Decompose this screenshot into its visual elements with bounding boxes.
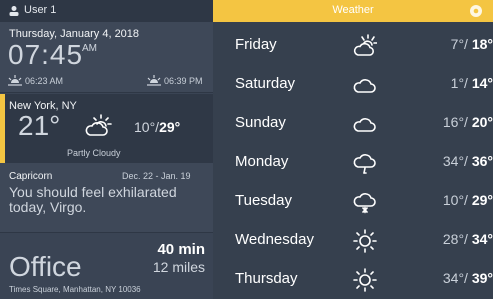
day-high: 34° — [471, 231, 493, 247]
forecast-row[interactable]: Wednesday 28°/ 34° — [213, 221, 493, 260]
day-temps: 7°/ 18° — [451, 36, 493, 52]
forecast-row[interactable]: Monday 34°/ 36° — [213, 143, 493, 182]
forecast-panel: Weather Friday 7°/ 18° Saturday 1°/ 14° Sund… — [213, 0, 493, 299]
weather-title: Weather — [332, 4, 374, 16]
current-weather-card[interactable]: New York, NY 21° 10°/29° Partly Cloudy — [0, 94, 213, 163]
current-temperature: 21° — [18, 110, 61, 141]
time-text: 07:45 — [8, 39, 84, 70]
day-name: Monday — [235, 153, 289, 170]
cloud-icon — [353, 79, 376, 93]
travel-miles: 12 miles — [152, 259, 205, 275]
forecast-row[interactable]: Saturday 1°/ 14° — [213, 65, 493, 104]
sunset: 06:39 PM — [147, 74, 211, 88]
day-temps: 10°/ 29° — [443, 192, 493, 208]
rain-cloud-icon — [353, 154, 376, 174]
forecast-row[interactable]: Thursday 34°/ 39° — [213, 260, 493, 299]
weather-header[interactable]: Weather — [213, 0, 493, 22]
partly-cloudy-icon — [85, 114, 112, 136]
day-high: 18° — [471, 36, 493, 52]
partly-cloudy-icon — [353, 34, 377, 56]
snow-cloud-icon — [353, 193, 376, 214]
ampm-text: AM — [82, 43, 97, 54]
day-high: 29° — [471, 192, 493, 208]
selected-accent-bar — [0, 94, 5, 163]
day-name: Friday — [235, 36, 277, 53]
day-name: Wednesday — [235, 231, 314, 248]
horoscope-text: You should feel exhilarated today, Virgo… — [9, 184, 177, 215]
day-temps: 28°/ 34° — [443, 231, 493, 247]
sun-icon — [353, 229, 377, 253]
condition-text: Partly Cloudy — [67, 148, 121, 158]
day-name: Tuesday — [235, 192, 292, 209]
sun-icon — [353, 268, 377, 292]
sunset-time: 06:39 PM — [164, 76, 203, 86]
day-low: 34°/ — [442, 270, 468, 286]
day-low: 16°/ — [442, 114, 468, 130]
zodiac-sign: Capricorn — [9, 171, 53, 182]
zodiac-dates: Dec. 22 - Jan. 19 — [122, 171, 191, 181]
day-temps: 34°/ 36° — [443, 153, 493, 169]
travel-minutes: 40 min — [157, 241, 205, 258]
commute-card[interactable]: 40 min 12 miles Office Times Square, Man… — [0, 232, 213, 299]
forecast-row[interactable]: Friday 7°/ 18° — [213, 26, 493, 65]
day-name: Saturday — [235, 75, 296, 92]
settings-icon[interactable] — [469, 4, 483, 18]
sunrise: 06:23 AM — [8, 74, 78, 88]
day-temps: 34°/ 39° — [443, 270, 493, 286]
forecast-row[interactable]: Tuesday 10°/ 29° — [213, 182, 493, 221]
forecast-row[interactable]: Sunday 16°/ 20° — [213, 104, 493, 143]
current-high: 29° — [159, 119, 181, 135]
destination-address: Times Square, Manhattan, NY 10036 — [9, 285, 141, 294]
day-low: 28°/ — [442, 231, 468, 247]
sunrise-icon — [8, 75, 22, 86]
day-temps: 1°/ 14° — [451, 75, 493, 91]
sunset-icon — [147, 75, 161, 86]
day-low: 1°/ — [450, 75, 468, 91]
destination-name: Office — [9, 251, 82, 282]
user-label: User 1 — [24, 4, 57, 16]
day-name: Thursday — [235, 270, 298, 287]
day-name: Sunday — [235, 114, 286, 131]
day-low: 10°/ — [442, 192, 468, 208]
user-bar[interactable]: User 1 — [0, 0, 213, 22]
day-temps: 16°/ 20° — [443, 114, 493, 130]
day-high: 39° — [471, 270, 493, 286]
day-low: 7°/ — [450, 36, 468, 52]
current-low-high: 10°/29° — [134, 119, 180, 135]
left-panel: User 1 Thursday, January 4, 2018 07:45 A… — [0, 0, 213, 299]
clock-card[interactable]: Thursday, January 4, 2018 07:45 AM 06:23… — [0, 22, 213, 93]
sunrise-time: 06:23 AM — [25, 76, 64, 86]
cloud-icon — [353, 118, 376, 132]
day-low: 34°/ — [442, 153, 468, 169]
current-low: 10°/ — [134, 119, 160, 135]
user-icon — [9, 6, 19, 16]
horoscope-card[interactable]: Capricorn Dec. 22 - Jan. 19 You should f… — [0, 163, 213, 232]
day-high: 14° — [471, 75, 493, 91]
day-high: 20° — [471, 114, 493, 130]
day-high: 36° — [471, 153, 493, 169]
